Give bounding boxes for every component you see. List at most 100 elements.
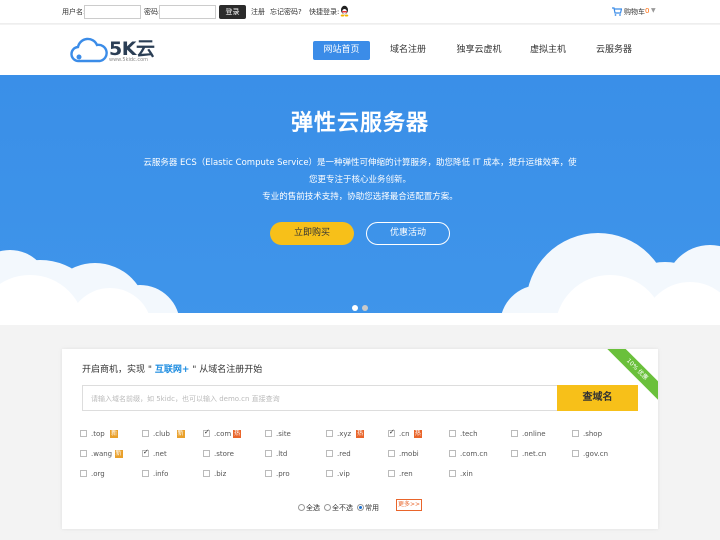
tld-name: .online	[522, 430, 546, 438]
password-label: 密码:	[144, 8, 161, 16]
tld-checkbox[interactable]	[388, 470, 395, 477]
banner-desc-line: 云服务器 ECS（Elastic Compute Service）是一种弹性可伸…	[143, 158, 577, 168]
tld-checkbox[interactable]	[265, 450, 272, 457]
hot-badge: 热	[413, 430, 422, 438]
radio-select-all-label: 全选	[306, 504, 320, 512]
tld-checkbox[interactable]	[449, 470, 456, 477]
hot-badge: 热	[233, 430, 242, 438]
forgot-password-link[interactable]: 忘记密码?	[270, 7, 302, 17]
tld-option[interactable]: .biz	[203, 470, 261, 480]
tld-option[interactable]: .ltd	[265, 450, 323, 460]
tld-checkbox[interactable]	[265, 470, 272, 477]
promotions-button[interactable]: 优惠活动	[366, 222, 450, 245]
tld-option[interactable]: .wang 新	[80, 450, 138, 460]
more-tlds-button[interactable]: 更多>>	[396, 499, 422, 511]
site-header: 5K云 www.5kidc.com 网站首页 域名注册 独享云虚机 虚拟主机 云…	[0, 25, 720, 75]
shopping-cart-icon[interactable]	[612, 7, 622, 16]
tld-checkbox[interactable]	[203, 428, 210, 437]
tld-option[interactable]: .ren	[388, 470, 446, 480]
tagline-brand: 互联网+	[154, 365, 190, 375]
tld-option[interactable]: .shop	[572, 430, 630, 440]
tld-name: .top	[91, 430, 105, 438]
tld-name: .info	[153, 470, 169, 478]
tld-checkbox[interactable]	[388, 428, 395, 437]
tld-checkbox[interactable]	[388, 450, 395, 457]
chevron-down-icon[interactable]: ▼	[651, 7, 656, 14]
nav-dedicated-cloud-host[interactable]: 独享云虚机	[449, 41, 509, 60]
tld-checkbox[interactable]	[326, 470, 333, 477]
banner-title: 弹性云服务器	[290, 111, 429, 136]
radio-select-all[interactable]: 全选	[298, 503, 320, 513]
tld-option[interactable]: .xyz 热	[326, 430, 384, 440]
tld-option[interactable]: .gov.cn	[572, 450, 630, 460]
tld-checkbox[interactable]	[80, 470, 87, 477]
tld-option[interactable]: .org	[80, 470, 138, 480]
buy-now-button[interactable]: 立即购买	[270, 222, 354, 245]
search-domain-button[interactable]: 查域名	[557, 385, 638, 411]
username-input[interactable]	[84, 5, 141, 19]
tld-checkbox[interactable]	[265, 430, 272, 437]
cloud-logo-icon[interactable]	[70, 37, 108, 64]
radio-select-none[interactable]: 全不选	[324, 503, 353, 513]
tld-checkbox[interactable]	[449, 450, 456, 457]
tld-option[interactable]: .info	[142, 470, 200, 480]
tld-checkbox[interactable]	[80, 430, 87, 437]
domain-search-card: 开启商机，实现 " 互联网+ " 从域名注册开始 10% 优惠 请输入域名前缀，…	[62, 349, 658, 529]
nav-domain-registration[interactable]: 域名注册	[382, 41, 434, 60]
username-label: 用户名:	[62, 8, 86, 16]
radio-select-common[interactable]: 常用	[357, 503, 379, 513]
nav-home[interactable]: 网站首页	[313, 41, 370, 60]
qq-icon[interactable]	[339, 5, 350, 17]
tld-option[interactable]: .mobi	[388, 450, 446, 460]
tld-checkbox[interactable]	[142, 430, 149, 437]
tld-option[interactable]: .com热	[203, 428, 261, 440]
new-badge: 新	[176, 430, 185, 438]
tld-name: .com	[214, 430, 232, 438]
tld-option[interactable]: .net.cn	[511, 450, 569, 460]
tld-name: .cn	[399, 430, 410, 438]
tld-checkbox[interactable]	[511, 430, 518, 437]
tld-checkbox[interactable]	[326, 450, 333, 457]
tld-option[interactable]: .store	[203, 450, 261, 460]
tld-option[interactable]: .tech	[449, 430, 507, 440]
search-placeholder: 请输入域名前缀，如 5kidc，也可以输入 demo.cn 直接查询	[91, 395, 280, 403]
tld-checkbox[interactable]	[572, 450, 579, 457]
tld-checkbox[interactable]	[511, 450, 518, 457]
tld-name: .org	[91, 470, 105, 478]
quick-login-label: 快捷登录:	[309, 8, 340, 16]
tld-option[interactable]: .pro	[265, 470, 323, 480]
tld-name: .club	[153, 430, 170, 438]
domain-search-input[interactable]: 请输入域名前缀，如 5kidc，也可以输入 demo.cn 直接查询	[82, 385, 558, 411]
tld-option[interactable]: .com.cn	[449, 450, 507, 460]
tld-option[interactable]: .xin	[449, 470, 507, 480]
tld-name: .gov.cn	[583, 450, 609, 458]
hot-badge: 热	[356, 430, 365, 438]
tld-option[interactable]: .cn热	[388, 428, 446, 440]
tld-checkbox[interactable]	[80, 450, 87, 457]
tld-checkbox[interactable]	[326, 430, 333, 437]
slide-dot-active[interactable]	[352, 305, 358, 311]
tld-option[interactable]: .site	[265, 430, 323, 440]
tld-option[interactable]: .club 新	[142, 430, 200, 440]
password-input[interactable]	[159, 5, 216, 19]
tld-option[interactable]: .vip	[326, 470, 384, 480]
slide-dot[interactable]	[362, 305, 368, 311]
tld-name: .vip	[337, 470, 350, 478]
tld-name: .store	[214, 450, 234, 458]
tagline-suffix: " 从域名注册开始	[189, 365, 263, 375]
nav-cloud-server[interactable]: 云服务器	[588, 41, 640, 60]
tld-checkbox[interactable]	[572, 430, 579, 437]
cart-label[interactable]: 购物车	[624, 7, 645, 17]
nav-virtual-host[interactable]: 虚拟主机	[522, 41, 574, 60]
login-button[interactable]: 登录	[219, 5, 246, 19]
tld-option[interactable]: .net	[142, 448, 200, 460]
tld-option[interactable]: .red	[326, 450, 384, 460]
register-link[interactable]: 注册	[251, 7, 265, 17]
tld-checkbox[interactable]	[203, 470, 210, 477]
tld-checkbox[interactable]	[142, 448, 149, 457]
tld-checkbox[interactable]	[142, 470, 149, 477]
tld-checkbox[interactable]	[203, 450, 210, 457]
tld-option[interactable]: .top 新	[80, 430, 138, 440]
tld-checkbox[interactable]	[449, 430, 456, 437]
tld-option[interactable]: .online	[511, 430, 569, 440]
